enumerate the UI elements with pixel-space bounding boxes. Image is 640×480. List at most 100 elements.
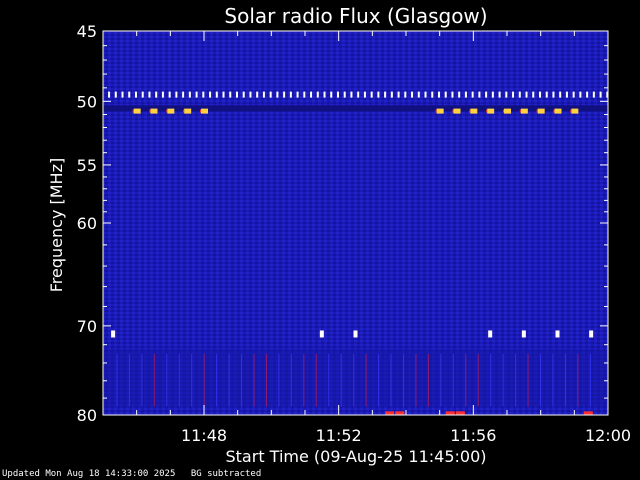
striation (427, 353, 429, 407)
comb-mark (303, 91, 306, 98)
comb-mark (141, 91, 144, 98)
comb-mark (134, 91, 137, 98)
striation (402, 353, 404, 407)
comb-mark (592, 91, 595, 98)
comb-mark (471, 91, 474, 98)
y-tick-label: 80 (77, 406, 97, 425)
hot-spot-50mhz (470, 108, 478, 114)
hot-spot-71mhz (353, 330, 358, 338)
striation (477, 353, 479, 407)
comb-mark (579, 91, 582, 98)
hot-spot-50mhz (504, 108, 511, 114)
hot-spot-edge (132, 109, 134, 113)
striation (589, 353, 591, 407)
hot-spot-50mhz (150, 108, 158, 114)
comb-mark (458, 91, 461, 98)
comb-mark (498, 91, 501, 98)
striation (502, 353, 504, 407)
striation (116, 353, 118, 407)
striation (241, 353, 243, 407)
comb-mark (370, 91, 373, 98)
striation (552, 353, 554, 407)
comb-mark (411, 91, 414, 98)
striation (527, 353, 529, 407)
striation (166, 353, 168, 407)
striation (203, 353, 205, 407)
striation (128, 353, 130, 407)
chart-title: Solar radio Flux (Glasgow) (224, 4, 487, 28)
comb-mark (155, 91, 158, 98)
hot-spot-50mhz (537, 108, 545, 114)
comb-mark (572, 91, 575, 98)
comb-mark (404, 91, 407, 98)
comb-mark (182, 91, 185, 98)
comb-mark (343, 91, 346, 98)
comb-mark (565, 91, 568, 98)
hot-spot-50mhz (436, 108, 444, 114)
hot-spot-edge (469, 109, 471, 113)
hot-spot-edge (183, 109, 185, 113)
comb-mark (222, 91, 225, 98)
comb-mark (545, 91, 548, 98)
striation (353, 353, 355, 407)
hot-spot-edge (452, 109, 454, 113)
hot-spot-50mhz (554, 108, 562, 114)
striation (490, 353, 492, 407)
striation (265, 353, 267, 407)
striation (253, 353, 255, 407)
comb-mark (336, 91, 339, 98)
comb-mark (209, 91, 212, 98)
hot-spot-50mhz (453, 108, 461, 114)
comb-mark (525, 91, 528, 98)
comb-mark (188, 91, 191, 98)
striation (515, 353, 517, 407)
striation (564, 353, 566, 407)
comb-mark (505, 91, 508, 98)
y-tick-label: 70 (77, 317, 97, 336)
comb-mark (161, 91, 164, 98)
comb-mark (283, 91, 286, 98)
comb-mark (350, 91, 353, 98)
x-tick-label: 12:00 (585, 426, 631, 445)
striation (228, 353, 230, 407)
hot-spot-71mhz (111, 330, 116, 338)
comb-mark (518, 91, 521, 98)
comb-mark (296, 91, 299, 98)
comb-mark (559, 91, 562, 98)
comb-mark (377, 91, 380, 98)
striation (153, 353, 155, 407)
hot-spot-50mhz (184, 108, 192, 114)
striation (365, 353, 367, 407)
y-tick-label: 45 (77, 22, 97, 41)
striation (415, 353, 417, 407)
comb-mark (464, 91, 467, 98)
hot-spot-71mhz (488, 330, 493, 338)
comb-mark (289, 91, 292, 98)
comb-mark (256, 91, 259, 98)
hot-spot-71mhz (589, 330, 594, 338)
comb-mark (114, 91, 117, 98)
comb-mark (235, 91, 238, 98)
comb-mark (538, 91, 541, 98)
hot-spot-edge (570, 109, 572, 113)
comb-mark (552, 91, 555, 98)
hot-spot-edge (503, 109, 504, 113)
striation (315, 353, 317, 407)
comb-mark (451, 91, 454, 98)
comb-mark (431, 91, 434, 98)
hot-spot-71mhz (521, 330, 526, 338)
comb-mark (390, 91, 393, 98)
striation (328, 353, 330, 407)
striation (378, 353, 380, 407)
x-axis-title: Start Time (09-Aug-25 11:45:00) (226, 447, 487, 466)
comb-mark (128, 91, 131, 98)
y-tick-label: 55 (77, 156, 97, 175)
comb-mark (599, 91, 602, 98)
striation (278, 353, 280, 407)
footer-status: Updated Mon Aug 18 14:33:00 2025 BG subt… (2, 469, 261, 479)
hot-spot-edge (149, 109, 151, 113)
comb-mark (229, 91, 232, 98)
comb-mark (330, 91, 333, 98)
comb-mark (310, 91, 313, 98)
comb-mark (417, 91, 420, 98)
